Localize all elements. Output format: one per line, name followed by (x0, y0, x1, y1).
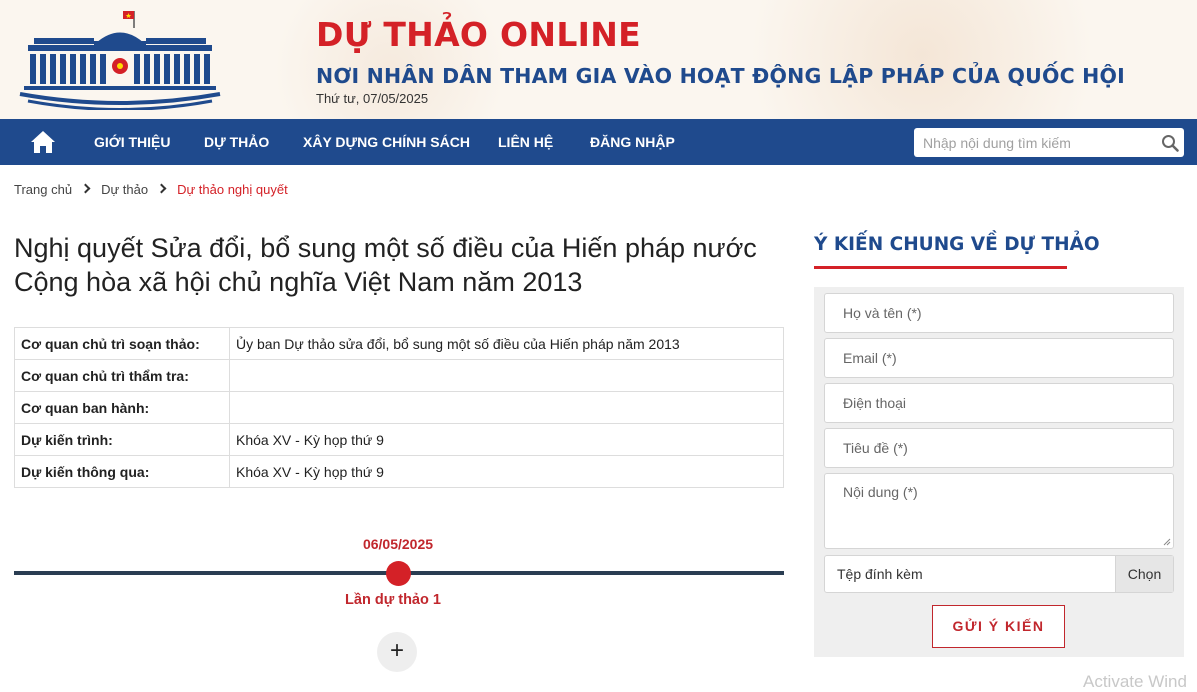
breadcrumb-du-thao[interactable]: Dự thảo (101, 182, 148, 197)
search-icon[interactable] (1161, 134, 1179, 152)
document-info-table: Cơ quan chủ trì soạn thảo: Ủy ban Dự thả… (14, 327, 784, 488)
feedback-title: Ý KIẾN CHUNG VỀ DỰ THẢO (814, 234, 1100, 255)
site-subtitle: NƠI NHÂN DÂN THAM GIA VÀO HOẠT ĐỘNG LẬP … (316, 64, 1125, 88)
nav-item-xay-dung-chinh-sach[interactable]: XÂY DỰNG CHÍNH SÁCH (303, 119, 470, 165)
timeline-marker[interactable] (386, 561, 411, 586)
national-assembly-logo[interactable] (14, 8, 226, 110)
submit-feedback-button[interactable]: GỬI Ý KIẾN (932, 605, 1065, 648)
subject-field-wrap (824, 428, 1174, 468)
info-label: Cơ quan ban hành: (14, 391, 230, 424)
info-value (229, 359, 784, 392)
main-navigation: GIỚI THIỆU DỰ THẢO XÂY DỰNG CHÍNH SÁCH L… (0, 119, 1197, 165)
name-field[interactable] (825, 294, 1173, 332)
subject-field[interactable] (825, 429, 1173, 467)
content-field[interactable] (825, 474, 1173, 548)
nav-item-dang-nhap[interactable]: ĐĂNG NHẬP (590, 119, 675, 165)
site-title[interactable]: DỰ THẢO ONLINE (316, 15, 641, 54)
table-row: Cơ quan ban hành: (14, 391, 784, 424)
feedback-title-underline (814, 266, 1067, 269)
chevron-right-icon (156, 183, 167, 194)
header-background-decoration (707, 0, 1137, 119)
current-date: Thứ tư, 07/05/2025 (316, 91, 429, 106)
content-field-wrap (824, 473, 1174, 549)
table-row: Dự kiến trình: Khóa XV - Kỳ họp thứ 9 (14, 423, 784, 456)
timeline-date: 06/05/2025 (362, 536, 434, 552)
attachment-label: Tệp đính kèm (837, 566, 923, 582)
feedback-form: Tệp đính kèm Chọn GỬI Ý KIẾN (814, 287, 1184, 657)
table-row: Dự kiến thông qua: Khóa XV - Kỳ họp thứ … (14, 455, 784, 488)
chevron-right-icon (80, 183, 91, 194)
home-icon[interactable] (30, 130, 56, 154)
choose-file-button[interactable]: Chọn (1115, 556, 1173, 592)
search-box (914, 128, 1184, 157)
activation-watermark: Activate Wind (1083, 672, 1187, 691)
breadcrumb-home[interactable]: Trang chủ (14, 182, 72, 197)
table-row: Cơ quan chủ trì soạn thảo: Ủy ban Dự thả… (14, 327, 784, 360)
info-label: Dự kiến thông qua: (14, 455, 230, 488)
site-header: DỰ THẢO ONLINE NƠI NHÂN DÂN THAM GIA VÀO… (0, 0, 1197, 119)
phone-field[interactable] (825, 384, 1173, 422)
attachment-field[interactable]: Tệp đính kèm Chọn (824, 555, 1174, 593)
breadcrumb-current[interactable]: Dự thảo nghị quyết (177, 182, 288, 197)
info-label: Dự kiến trình: (14, 423, 230, 456)
resize-grip-icon[interactable] (1163, 538, 1171, 546)
plus-icon[interactable]: + (377, 632, 417, 672)
email-field-wrap (824, 338, 1174, 378)
page-title: Nghị quyết Sửa đổi, bổ sung một số điều … (14, 233, 757, 297)
info-value: Ủy ban Dự thảo sửa đổi, bổ sung một số đ… (229, 327, 784, 360)
info-label: Cơ quan chủ trì soạn thảo: (14, 327, 230, 360)
nav-item-lien-he[interactable]: LIÊN HỆ (498, 119, 553, 165)
info-value (229, 391, 784, 424)
search-input[interactable] (914, 128, 1154, 157)
name-field-wrap (824, 293, 1174, 333)
nav-item-gioi-thieu[interactable]: GIỚI THIỆU (94, 119, 171, 165)
info-value: Khóa XV - Kỳ họp thứ 9 (229, 455, 784, 488)
info-value: Khóa XV - Kỳ họp thứ 9 (229, 423, 784, 456)
timeline-draft-label[interactable]: Lần dự thảo 1 (323, 592, 463, 608)
phone-field-wrap (824, 383, 1174, 423)
table-row: Cơ quan chủ trì thẩm tra: (14, 359, 784, 392)
info-label: Cơ quan chủ trì thẩm tra: (14, 359, 230, 392)
breadcrumb: Trang chủ Dự thảo Dự thảo nghị quyết (14, 181, 288, 197)
email-field[interactable] (825, 339, 1173, 377)
nav-item-du-thao[interactable]: DỰ THẢO (204, 119, 269, 165)
